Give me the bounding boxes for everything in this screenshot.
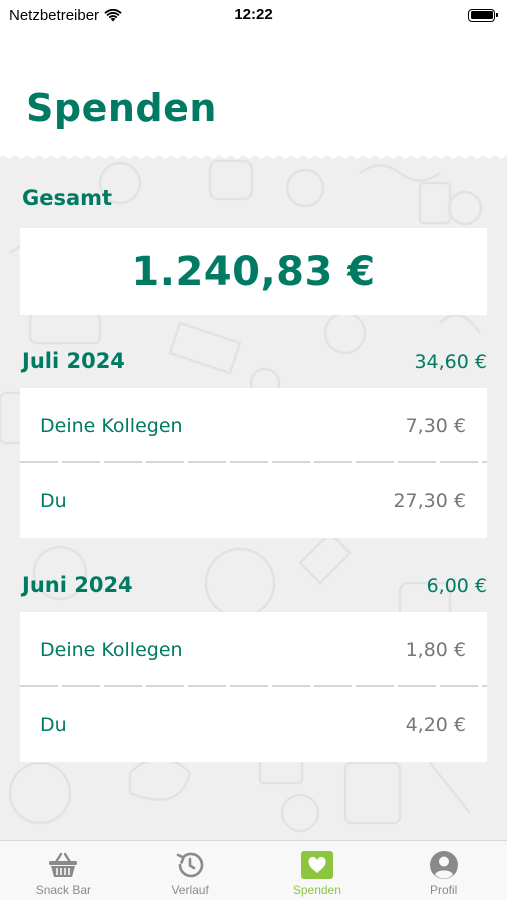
total-value: 1.240,83 € [131,248,376,295]
donation-row: Deine Kollegen 1,80 € [20,612,487,687]
status-left: Netzbetreiber [9,7,122,24]
total-card: 1.240,83 € [20,228,487,315]
tab-bar: Snack Bar Verlauf Spenden Profil [0,840,507,900]
tab-label: Snack Bar [35,883,92,897]
month-card-july: Deine Kollegen 7,30 € Du 27,30 € [20,388,487,538]
history-icon [174,849,206,881]
donation-row: Du 27,30 € [20,463,487,538]
row-value: 1,80 € [405,638,466,661]
zigzag-edge [0,153,507,159]
month-card-june: Deine Kollegen 1,80 € Du 4,20 € [20,612,487,762]
battery-icon [468,8,498,22]
row-label: Du [40,713,67,736]
tab-spenden[interactable]: Spenden [254,841,380,900]
row-value: 7,30 € [405,414,466,437]
tab-label: Verlauf [171,883,209,897]
tab-label: Profil [429,883,458,897]
row-value: 4,20 € [405,713,466,736]
month-amount-june: 6,00 € [426,575,487,597]
tab-label: Spenden [292,883,341,897]
tab-snack-bar[interactable]: Snack Bar [0,841,126,900]
tab-profil[interactable]: Profil [381,841,507,900]
row-value: 27,30 € [393,489,466,512]
donations-content[interactable]: Gesamt 1.240,83 € Juli 2024 34,60 € Dein… [0,153,507,840]
page-title: Spenden [26,86,217,130]
heart-icon [300,849,333,881]
row-label: Deine Kollegen [40,638,183,661]
month-amount-july: 34,60 € [414,351,487,373]
row-label: Deine Kollegen [40,414,183,437]
total-label: Gesamt [22,186,113,210]
donation-row: Du 4,20 € [20,687,487,762]
row-label: Du [40,489,67,512]
wifi-icon [104,8,122,21]
donation-row: Deine Kollegen 7,30 € [20,388,487,463]
tab-verlauf[interactable]: Verlauf [127,841,253,900]
carrier-label: Netzbetreiber [9,6,100,24]
profile-icon [428,849,460,881]
basket-icon [47,849,79,881]
month-label-june: Juni 2024 [22,573,133,597]
month-label-july: Juli 2024 [22,349,125,373]
status-bar: Netzbetreiber 12:22 [0,0,507,30]
